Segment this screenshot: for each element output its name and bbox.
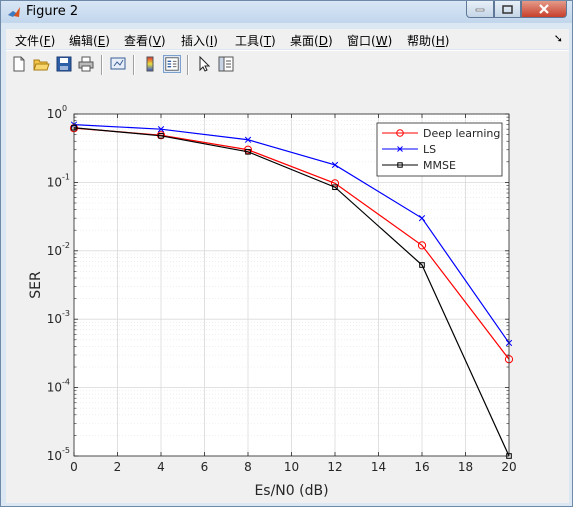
x-tick-label: 16 <box>414 460 429 474</box>
maximize-button[interactable] <box>494 1 521 18</box>
y-tick-label: 10 <box>47 244 62 258</box>
figure-window: Figure 2 文件(F) 编辑(E) 查看(V) 插入(I) 工具(T) 桌… <box>0 0 573 507</box>
x-axis-label: Es/N0 (dB) <box>254 483 328 499</box>
menu-window[interactable]: 窗口(W) <box>347 32 392 49</box>
menu-view[interactable]: 查看(V) <box>124 32 166 49</box>
menu-edit[interactable]: 编辑(E) <box>69 32 110 49</box>
y-tick-exponent: -3 <box>62 309 70 318</box>
y-tick-exponent: -4 <box>62 378 70 387</box>
x-tick-label: 4 <box>157 460 165 474</box>
minimize-button[interactable] <box>466 1 494 18</box>
y-tick-label: 10 <box>47 312 62 326</box>
toolbar-separator <box>187 55 189 75</box>
y-tick-exponent: -2 <box>62 241 70 250</box>
maximize-icon <box>502 4 513 14</box>
y-tick-label: 10 <box>47 381 62 395</box>
figure-canvas: 0 2 4 6 8 10 12 14 16 18 20 10 0 10 -1 10 -2 10 -3 10 -4 10 -5… <box>6 79 569 503</box>
x-tick-label: 12 <box>327 460 342 474</box>
menu-help[interactable]: 帮助(H) <box>407 32 449 49</box>
y-axis-label: SER <box>28 271 44 299</box>
legend-label-ls: LS <box>423 143 436 156</box>
x-tick-label: 10 <box>284 460 299 474</box>
figure-toolbar <box>6 50 569 80</box>
menu-desktop[interactable]: 桌面(D) <box>290 32 333 49</box>
print-icon[interactable] <box>77 55 95 73</box>
x-tick-label: 6 <box>201 460 209 474</box>
legend[interactable]: Deep learning LS MMSE <box>376 122 503 177</box>
y-tick-exponent: -1 <box>62 172 70 181</box>
open-file-icon[interactable] <box>32 55 50 73</box>
close-icon <box>539 4 549 14</box>
y-tick-label: 10 <box>47 175 62 189</box>
save-icon[interactable] <box>55 55 73 73</box>
colorbar-icon[interactable] <box>141 55 159 73</box>
title-bar[interactable]: Figure 2 <box>1 1 572 23</box>
x-tick-label: 14 <box>371 460 386 474</box>
toolbar-separator <box>101 55 103 75</box>
new-figure-icon[interactable] <box>10 55 28 73</box>
menu-file[interactable]: 文件(F) <box>15 32 55 49</box>
y-tick-exponent: -5 <box>62 446 70 455</box>
property-inspector-icon[interactable] <box>217 55 235 73</box>
y-tick-exponent: 0 <box>62 104 67 113</box>
legend-icon[interactable] <box>163 55 181 73</box>
y-tick-label: 10 <box>47 107 62 121</box>
x-tick-label: 0 <box>70 460 78 474</box>
link-plot-icon[interactable] <box>109 55 127 73</box>
menu-tools[interactable]: 工具(T) <box>235 32 276 49</box>
menu-dock-arrow-icon[interactable]: ➘ <box>554 32 563 45</box>
ser-plot: 0 2 4 6 8 10 12 14 16 18 2010 010 -110 -210 -310 -410 -5… <box>28 104 517 499</box>
legend-label-deep-learning: Deep learning <box>423 127 500 140</box>
matlab-icon <box>8 7 20 17</box>
pointer-icon[interactable] <box>195 55 213 73</box>
minimize-icon <box>475 8 485 12</box>
close-button[interactable] <box>521 1 567 18</box>
toolbar-separator <box>133 55 135 75</box>
x-tick-label: 18 <box>458 460 473 474</box>
menu-insert[interactable]: 插入(I) <box>181 32 218 49</box>
x-tick-label: 2 <box>114 460 122 474</box>
x-tick-label: 8 <box>244 460 252 474</box>
y-tick-label: 10 <box>47 449 62 463</box>
x-tick-label: 20 <box>501 460 516 474</box>
legend-label-mmse: MMSE <box>423 159 456 172</box>
menu-bar: 文件(F) 编辑(E) 查看(V) 插入(I) 工具(T) 桌面(D) 窗口(W… <box>6 29 569 49</box>
window-title: Figure 2 <box>26 4 79 19</box>
